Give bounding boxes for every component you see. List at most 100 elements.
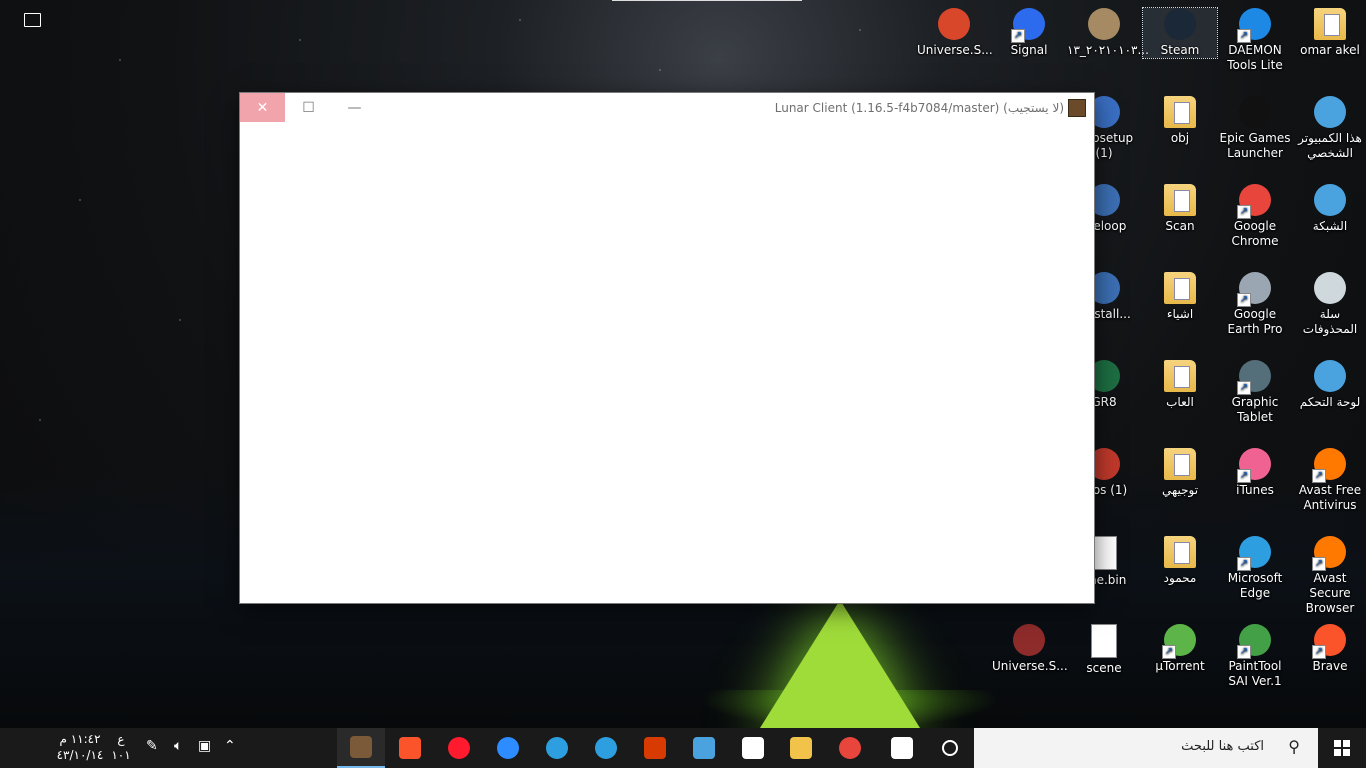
desktop-app-icon <box>1312 536 1346 571</box>
desktop-icon-label: Scan <box>1165 219 1195 233</box>
taskbar-app-cortana[interactable] <box>926 728 974 768</box>
desktop-icon-label: Universe.S... <box>992 659 1068 673</box>
taskbar-app-zoom[interactable] <box>484 728 532 768</box>
start-button[interactable] <box>1318 728 1366 768</box>
desktop-app-icon <box>1164 360 1196 392</box>
maximize-button[interactable]: ☐ <box>286 93 331 122</box>
file-explorer-icon <box>790 737 812 759</box>
desktop-app-icon <box>1237 272 1271 307</box>
desktop-icon[interactable]: Signal <box>992 8 1066 58</box>
desktop-icon[interactable]: Brave <box>1293 624 1366 674</box>
desktop-icon-label: scene <box>1086 661 1122 675</box>
desktop-app-icon <box>1091 536 1117 570</box>
close-icon: ✕ <box>256 99 269 116</box>
desktop-icon[interactable]: Scan <box>1143 184 1217 234</box>
chevron-up-icon[interactable]: ⌃ <box>224 738 236 754</box>
clock-date: ٤٣/١٠/١٤ <box>56 748 104 762</box>
lunar-client-app-icon <box>1068 99 1086 117</box>
brave-icon <box>399 737 421 759</box>
desktop-icon[interactable]: Steam <box>1142 7 1218 59</box>
language-indicator[interactable]: ع ١٠١ <box>110 731 132 763</box>
desktop-icon-label: DAEMON Tools Lite <box>1227 43 1283 72</box>
desktop-icon-label: Avast Free Antivirus <box>1298 483 1362 512</box>
desktop-icon[interactable]: scene <box>1067 624 1141 676</box>
network-icon[interactable]: ▣ <box>198 738 211 754</box>
desktop-icon[interactable]: Google Earth Pro <box>1218 272 1292 337</box>
desktop-icon[interactable]: DAEMON Tools Lite <box>1218 8 1292 73</box>
volume-icon[interactable]: 🔈︎ <box>174 738 182 754</box>
desktop-app-icon <box>1237 184 1271 219</box>
search-icon: ⚲ <box>1288 737 1300 756</box>
desktop-icon-label: PaintTool SAI Ver.1 <box>1228 659 1282 688</box>
desktop-icon[interactable]: obj <box>1143 96 1217 146</box>
minimize-button[interactable]: — <box>332 93 377 122</box>
desktop-icon[interactable]: Graphic Tablet <box>1218 360 1292 425</box>
desktop-app-icon <box>1239 96 1271 128</box>
desktop-icon[interactable]: هذا الكمبيوتر الشخصي <box>1293 96 1366 161</box>
desktop-icon[interactable]: اشياء <box>1143 272 1217 322</box>
desktop-icon-label: الشبكة <box>1312 219 1348 233</box>
desktop-app-icon <box>1312 448 1346 483</box>
notifications-button[interactable] <box>14 0 50 40</box>
desktop-app-icon <box>1314 272 1346 304</box>
pen-icon[interactable]: ✎ <box>146 738 158 754</box>
taskbar-app-file-explorer[interactable] <box>777 728 825 768</box>
taskbar-clock[interactable]: ١١:٤٢ م ٤٣/١٠/١٤ <box>52 731 108 763</box>
desktop-icon[interactable]: لوحة التحكم <box>1293 360 1366 410</box>
action-center-icon <box>23 13 41 27</box>
taskbar-app-chrome[interactable] <box>826 728 874 768</box>
opera-icon <box>448 737 470 759</box>
desktop-icon-label: Graphic Tablet <box>1231 395 1279 424</box>
taskbar-app-office[interactable] <box>631 728 679 768</box>
desktop-icon[interactable]: Avast Secure Browser <box>1293 536 1366 616</box>
desktop-icon[interactable]: Universe.S... <box>992 624 1068 674</box>
desktop-icon[interactable]: Universe.S... <box>917 8 993 58</box>
task-view-icon <box>891 737 913 759</box>
desktop-app-icon <box>1314 8 1346 40</box>
network-tablet-icon <box>693 737 715 759</box>
chrome-icon <box>839 737 861 759</box>
desktop-icon[interactable]: Avast Free Antivirus <box>1293 448 1366 513</box>
desktop-icon[interactable]: توجيهي <box>1143 448 1217 498</box>
lunar-client-window[interactable]: ✕ ☐ — Lunar Client (1.16.5-f4b7084/maste… <box>240 93 1094 603</box>
office-icon <box>644 737 666 759</box>
desktop-icon-label: Universe.S... <box>917 43 993 57</box>
desktop-icon[interactable]: PaintTool SAI Ver.1 <box>1218 624 1292 689</box>
close-button[interactable]: ✕ <box>240 93 285 122</box>
desktop-icon-label: هذا الكمبيوتر الشخصي <box>1298 131 1362 160</box>
taskbar-app-brave[interactable] <box>386 728 434 768</box>
desktop-icon[interactable]: الشبكة <box>1293 184 1366 234</box>
desktop-app-icon <box>1013 624 1045 656</box>
taskbar-app-edge-dev[interactable] <box>533 728 581 768</box>
desktop-icon-label: توجيهي <box>1161 483 1199 497</box>
taskbar-app-network-tablet[interactable] <box>680 728 728 768</box>
desktop-icon[interactable]: omar akel <box>1293 8 1366 58</box>
desktop-icon[interactable]: µTorrent <box>1143 624 1217 674</box>
lang-bottom: ١٠١ <box>111 748 131 762</box>
taskbar-app-lunar-client[interactable] <box>337 728 385 768</box>
taskbar-search[interactable]: اكتب هنا للبحث ⚲ <box>974 728 1318 768</box>
desktop-icon[interactable]: العاب <box>1143 360 1217 410</box>
taskbar-app-task-view[interactable] <box>878 728 926 768</box>
edge-icon <box>595 737 617 759</box>
taskbar-app-mail[interactable] <box>729 728 777 768</box>
desktop-icon[interactable]: Google Chrome <box>1218 184 1292 249</box>
lunar-client-icon <box>350 736 372 758</box>
desktop-icon[interactable]: Microsoft Edge <box>1218 536 1292 601</box>
windows-logo-icon <box>1334 740 1350 756</box>
window-title: Lunar Client (1.16.5-f4b7084/master) (لا… <box>774 101 1064 115</box>
desktop-icon[interactable]: Epic Games Launcher <box>1218 96 1292 161</box>
desktop-icon[interactable]: ٢٠٢١٠١٠٣_١٣... <box>1067 8 1149 58</box>
desktop-app-icon <box>1164 8 1196 40</box>
desktop-icon[interactable]: محمود <box>1143 536 1217 586</box>
desktop-icon-label: Steam <box>1160 43 1200 57</box>
desktop-icon[interactable]: iTunes <box>1218 448 1292 498</box>
desktop-app-icon <box>1237 536 1271 571</box>
maximize-icon: ☐ <box>302 99 315 116</box>
desktop-icon[interactable]: سلة المحذوفات <box>1293 272 1366 337</box>
window-titlebar[interactable]: ✕ ☐ — Lunar Client (1.16.5-f4b7084/maste… <box>240 93 1094 122</box>
taskbar-app-edge[interactable] <box>582 728 630 768</box>
desktop-icon-label: omar akel <box>1300 43 1360 57</box>
desktop-app-icon <box>1237 624 1271 659</box>
taskbar-app-opera[interactable] <box>435 728 483 768</box>
